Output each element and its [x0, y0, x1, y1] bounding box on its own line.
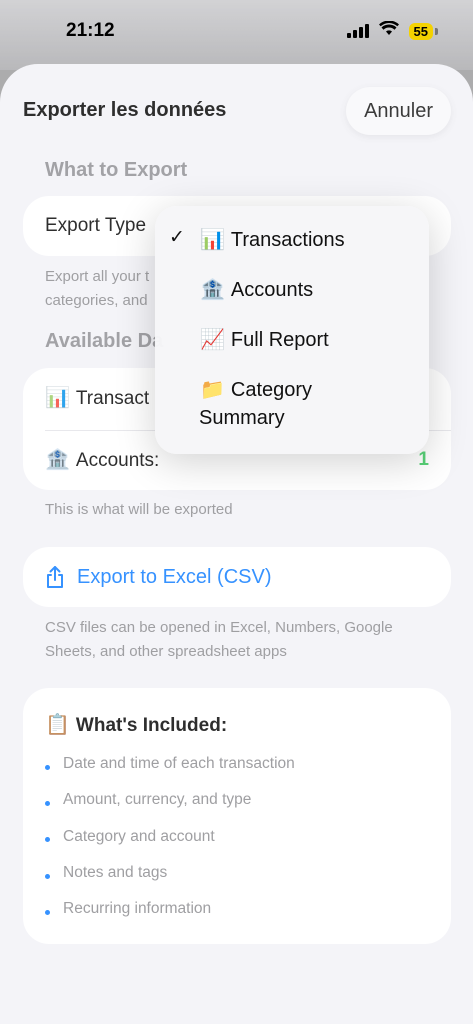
menu-item-transactions[interactable]: ✓ 📊 Transactions [155, 226, 429, 266]
list-item: Notes and tags [45, 855, 295, 891]
section-what-to-export: What to Export [45, 159, 188, 181]
bullet-icon [45, 800, 50, 806]
menu-item-full-report[interactable]: 📈 Full Report [155, 326, 429, 366]
wifi-icon [378, 20, 399, 41]
list-item: Recurring information [45, 891, 295, 927]
clipboard-icon: 📋 [45, 714, 70, 736]
row-transactions-label: Transact [75, 388, 150, 409]
menu-item-category-summary[interactable]: 📁 Category Summary [155, 376, 429, 436]
row-accounts-label: Accounts: [75, 450, 160, 471]
sheet-title: Exporter les données [23, 99, 227, 121]
list-item-text: Date and time of each transaction [63, 755, 295, 773]
bank-icon: 🏦 [45, 449, 70, 471]
menu-item-accounts[interactable]: 🏦 Accounts [155, 276, 429, 316]
menu-label-text: Full Report [230, 329, 329, 351]
whats-included-card: 📋 What's Included: Date and time of each … [23, 688, 451, 944]
row-accounts: 🏦 Accounts: [45, 447, 159, 472]
menu-label-text: Accounts [230, 279, 314, 301]
list-item: Category and account [45, 819, 295, 855]
bullet-icon [45, 837, 50, 843]
status-bar: 21:12 55 [0, 0, 473, 62]
csv-note: CSV files can be opened in Excel, Number… [45, 619, 393, 660]
battery-indicator: 55 [408, 22, 439, 40]
menu-item-full-report-label: 📈 Full Report [200, 326, 329, 354]
export-type-menu: ✓ 📊 Transactions 🏦 Accounts 📈 Full Report 📁… [155, 206, 429, 454]
menu-label-text: Transactions [230, 229, 345, 251]
accounts-count: 1 [418, 449, 429, 470]
cancel-button[interactable]: Annuler [346, 87, 451, 135]
bar-chart-icon: 📊 [45, 387, 70, 409]
export-csv-label: Export to Excel (CSV) [77, 565, 272, 588]
bullet-icon [45, 909, 50, 915]
bank-icon: 🏦 [200, 279, 225, 301]
menu-label-text: Category [230, 379, 313, 401]
sheet-header: Exporter les données Annuler [0, 64, 473, 154]
menu-item-transactions-label: 📊 Transactions [200, 226, 345, 254]
status-icons: 55 [346, 20, 439, 41]
list-item: Date and time of each transaction [45, 746, 295, 782]
trend-chart-icon: 📈 [200, 329, 225, 351]
row-transactions: 📊 Transact [45, 385, 149, 410]
export-csv-button[interactable]: Export to Excel (CSV) [23, 547, 451, 607]
export-type-label: Export Type [45, 215, 147, 236]
whats-included-title: 📋 What's Included: [45, 712, 227, 737]
menu-item-accounts-label: 🏦 Accounts [200, 276, 313, 304]
section-available-data: Available Da [45, 330, 164, 352]
bullet-icon [45, 873, 50, 879]
folder-icon: 📁 [200, 379, 225, 401]
menu-item-category-summary-label: 📁 Category Summary [199, 376, 415, 432]
menu-label-text-line2: Summary [199, 407, 285, 429]
list-item: Amount, currency, and type [45, 782, 295, 818]
share-icon [45, 565, 65, 589]
bullet-icon [45, 764, 50, 770]
list-item-text: Notes and tags [63, 864, 168, 882]
signal-icon [346, 24, 369, 38]
list-item-text: Category and account [63, 827, 215, 845]
status-time: 21:12 [66, 20, 115, 41]
whats-included-label: What's Included: [75, 715, 228, 736]
list-item-text: Recurring information [63, 900, 212, 918]
list-item-text: Amount, currency, and type [63, 791, 252, 809]
checkmark-icon: ✓ [169, 227, 185, 248]
included-list: Date and time of each transaction Amount… [45, 746, 295, 927]
bar-chart-icon: 📊 [200, 229, 225, 251]
available-footnote: This is what will be exported [45, 501, 233, 518]
